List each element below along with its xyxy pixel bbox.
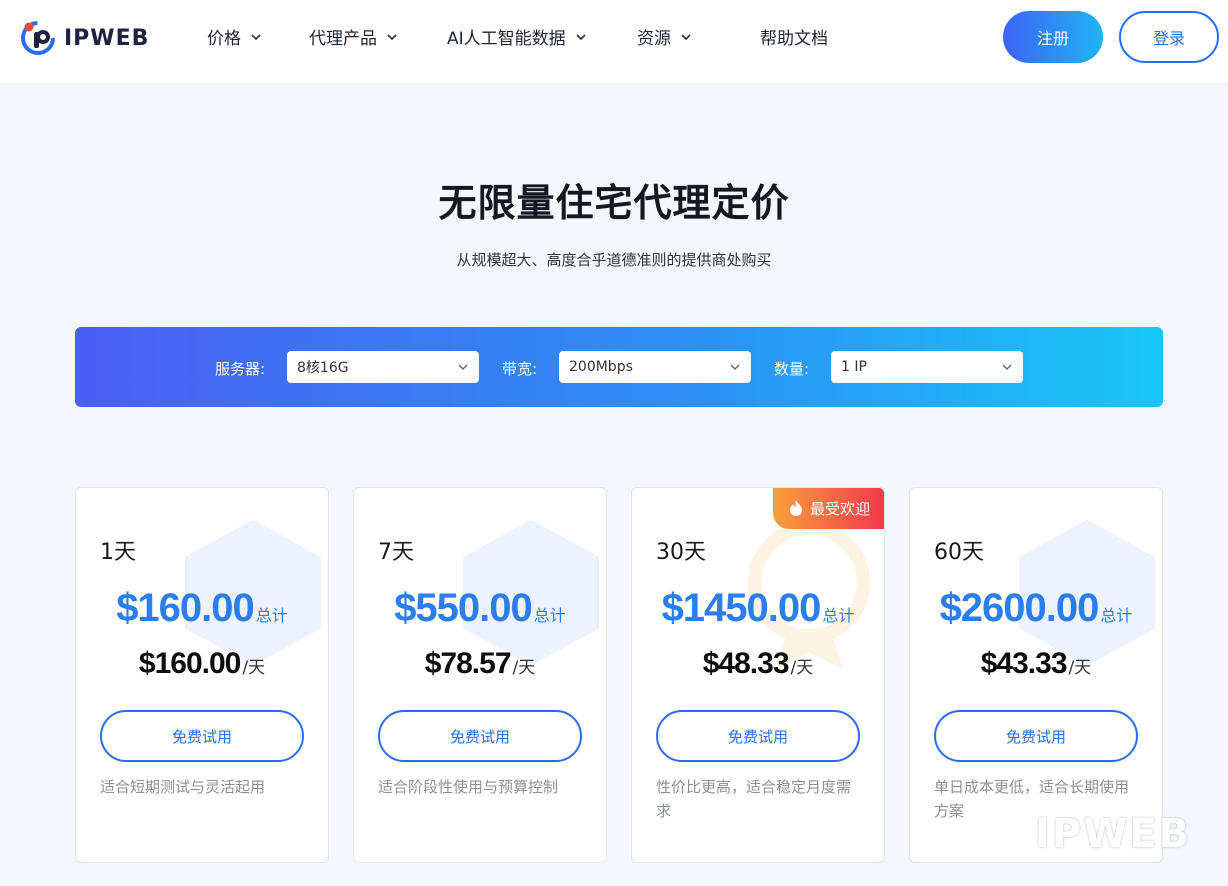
daily-unit: /天 — [1068, 658, 1092, 678]
total-unit: 总计 — [255, 606, 288, 625]
daily-unit: /天 — [242, 658, 266, 678]
site-header: IPWEB 价格 代理产品 AI人工智能数据 资源 帮助文档 注册 登录 — [0, 0, 1228, 84]
nav-item-resources[interactable]: 资源 — [637, 24, 693, 49]
total-price-row: $2600.00 总计 — [910, 586, 1162, 631]
total-unit: 总计 — [533, 606, 566, 625]
nav-item-label: 帮助文档 — [760, 29, 828, 49]
total-unit: 总计 — [822, 606, 855, 625]
chevron-down-icon — [458, 364, 468, 370]
logo[interactable]: IPWEB — [18, 18, 149, 58]
login-button[interactable]: 登录 — [1119, 11, 1219, 63]
watermark-text: IPWEB — [1035, 811, 1192, 857]
plan-card-7-day: 7天 $550.00 总计 $78.57/天 免费试用 适合阶段性使用与预算控制 — [353, 487, 607, 863]
quantity-select[interactable]: 1 IP — [831, 351, 1023, 383]
server-select[interactable]: 8核16G — [287, 351, 479, 383]
nav-item-label: 代理产品 — [309, 29, 377, 49]
chevron-down-icon — [681, 33, 691, 40]
total-unit: 总计 — [1100, 606, 1133, 625]
quantity-label: 数量: — [774, 360, 810, 378]
page-subtitle: 从规模超大、高度合乎道德准则的提供商处购买 — [456, 251, 772, 269]
nav-item-label: AI人工智能数据 — [447, 29, 566, 49]
server-select-value: 8核16G — [297, 360, 349, 376]
total-price-row: $550.00 总计 — [354, 586, 606, 631]
chevron-down-icon — [251, 33, 261, 40]
bandwidth-label: 带宽: — [502, 360, 538, 378]
plan-duration: 7天 — [378, 540, 414, 565]
plan-description: 适合短期测试与灵活起用 — [100, 778, 266, 796]
nav-item-pricing[interactable]: 价格 — [207, 24, 263, 49]
nav-item-ai-data[interactable]: AI人工智能数据 — [447, 24, 588, 49]
daily-price-row: $48.33/天 — [632, 647, 884, 681]
ipweb-watermark-icon — [978, 811, 1024, 857]
plan-duration: 30天 — [656, 540, 706, 565]
plan-duration: 1天 — [100, 540, 136, 565]
plan-duration: 60天 — [934, 540, 984, 565]
plan-card-60-day: 60天 $2600.00 总计 $43.33/天 免费试用 单日成本更低，适合长期… — [909, 487, 1163, 863]
free-trial-button[interactable]: 免费试用 — [934, 710, 1138, 762]
daily-unit: /天 — [790, 658, 814, 678]
nav-item-label: 资源 — [637, 29, 671, 49]
plan-card-30-day: 最受欢迎 30天 $1450.00 总计 $48.33/天 免费试用 性价比更高，… — [631, 487, 885, 863]
nav-item-help-docs[interactable]: 帮助文档 — [760, 24, 828, 49]
quantity-select-value: 1 IP — [841, 359, 867, 375]
badge-label: 最受欢迎 — [809, 499, 870, 518]
free-trial-button[interactable]: 免费试用 — [378, 710, 582, 762]
daily-price: $48.33 — [702, 647, 790, 680]
popular-badge: 最受欢迎 — [773, 488, 884, 529]
daily-price: $43.33 — [980, 647, 1068, 680]
server-label: 服务器: — [215, 360, 266, 378]
chevron-down-icon — [387, 33, 397, 40]
total-price-row: $160.00 总计 — [76, 586, 328, 631]
total-price: $160.00 — [116, 586, 255, 630]
free-trial-button[interactable]: 免费试用 — [656, 710, 860, 762]
chevron-down-icon — [730, 364, 740, 370]
nav-item-label: 价格 — [207, 29, 241, 49]
filter-bar: 服务器: 8核16G 带宽: 200Mbps 数量: 1 IP — [75, 327, 1163, 407]
total-price: $1450.00 — [661, 586, 822, 630]
page-title: 无限量住宅代理定价 — [438, 181, 790, 225]
nav-item-proxy-products[interactable]: 代理产品 — [309, 24, 399, 49]
total-price: $2600.00 — [939, 586, 1100, 630]
chevron-down-icon — [576, 33, 586, 40]
register-button[interactable]: 注册 — [1003, 11, 1103, 63]
ipweb-logo-icon — [21, 21, 55, 55]
watermark: IPWEB — [975, 808, 1191, 860]
total-price: $550.00 — [394, 586, 533, 630]
total-price-row: $1450.00 总计 — [632, 586, 884, 631]
daily-price-row: $160.00/天 — [76, 647, 328, 681]
daily-unit: /天 — [512, 658, 536, 678]
chevron-down-icon — [1002, 364, 1012, 370]
flame-icon — [789, 500, 802, 516]
plan-card-1-day: 1天 $160.00 总计 $160.00/天 免费试用 适合短期测试与灵活起用 — [75, 487, 329, 863]
bandwidth-select[interactable]: 200Mbps — [559, 351, 751, 383]
plan-description: 适合阶段性使用与预算控制 — [378, 778, 559, 796]
plan-description: 性价比更高，适合稳定月度需求 — [656, 778, 852, 820]
logo-text: IPWEB — [64, 25, 150, 51]
daily-price: $78.57 — [424, 647, 512, 680]
bandwidth-select-value: 200Mbps — [569, 359, 633, 375]
daily-price-row: $43.33/天 — [910, 647, 1162, 681]
free-trial-button[interactable]: 免费试用 — [100, 710, 304, 762]
daily-price: $160.00 — [138, 647, 241, 680]
daily-price-row: $78.57/天 — [354, 647, 606, 681]
